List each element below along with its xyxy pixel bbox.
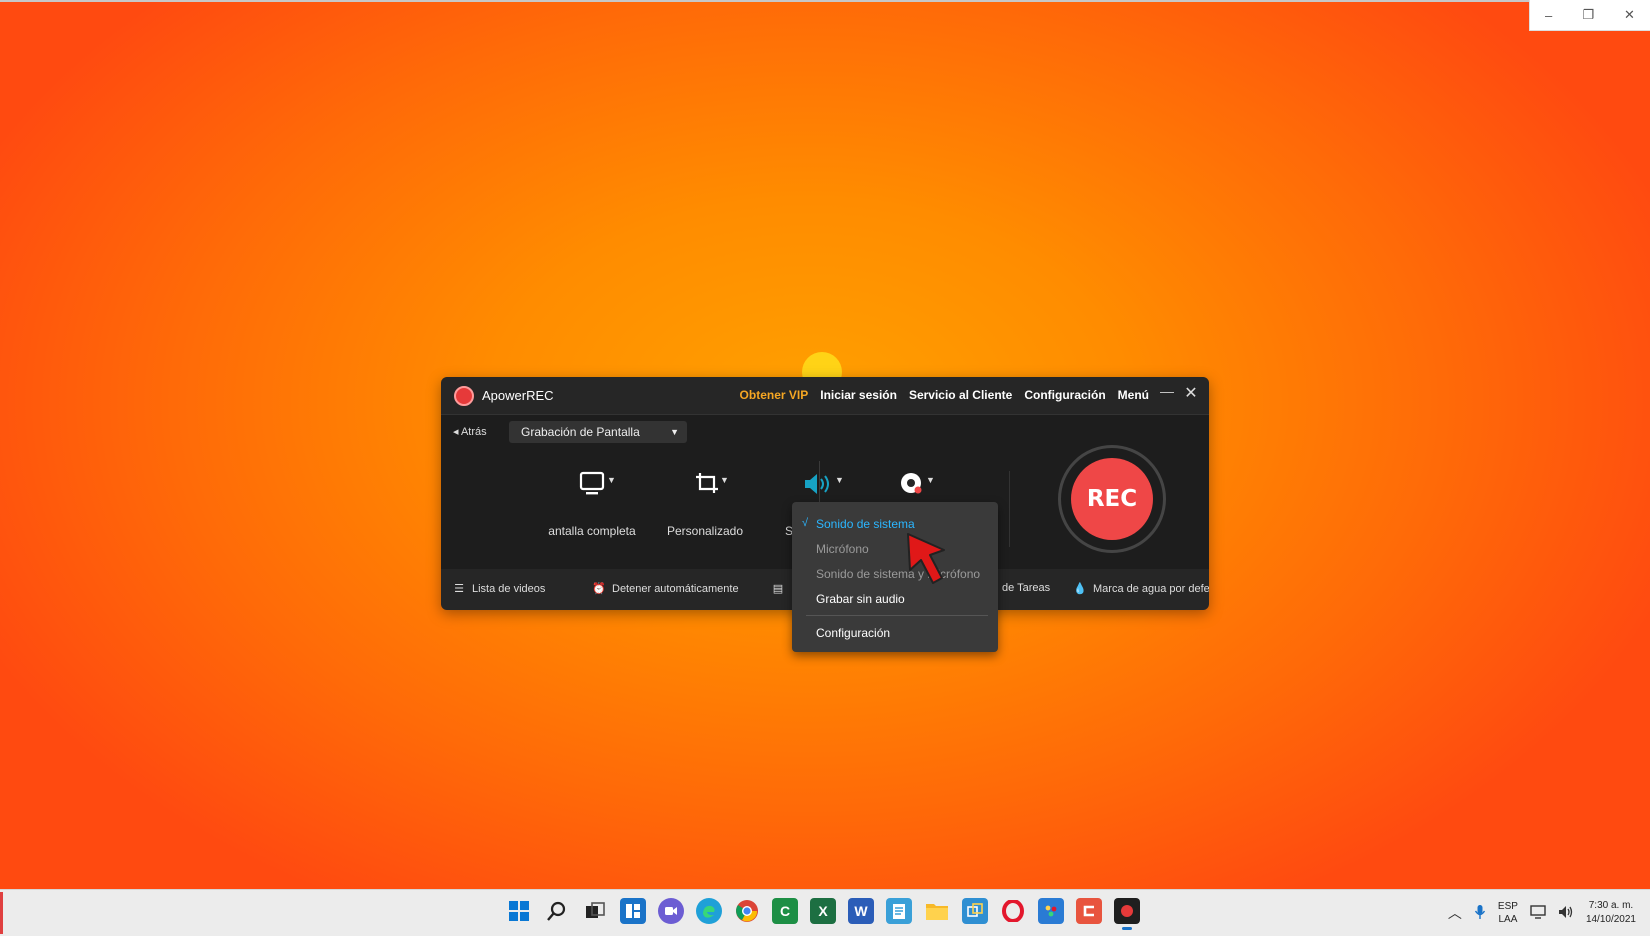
app-titlebar: ApowerREC Obtener VIP Iniciar sesión Ser… bbox=[441, 377, 1209, 414]
taskbar-clock[interactable]: 7:30 a. m. 14/10/2021 bbox=[1586, 899, 1636, 927]
widgets-icon[interactable] bbox=[620, 898, 646, 924]
watermark-button[interactable]: 💧 Marca de agua por defecto bbox=[1073, 582, 1209, 595]
word-icon[interactable]: W bbox=[848, 898, 874, 924]
outer-minimize-button[interactable]: – bbox=[1545, 8, 1552, 23]
chevron-up-icon[interactable]: ︿ bbox=[1448, 903, 1462, 923]
custom-region-tool[interactable]: ▼ Personalizado bbox=[662, 451, 748, 538]
webcam-caret-icon: ▼ bbox=[926, 475, 935, 485]
recording-mode-select[interactable]: Grabación de Pantalla ▼ bbox=[509, 421, 687, 443]
language-code: ESP bbox=[1497, 901, 1518, 912]
background-window-top-strip bbox=[0, 0, 1530, 2]
chat-icon[interactable] bbox=[658, 898, 684, 924]
system-tray: ︿ ESP LAA 7:30 a. m. 14/10/2021 bbox=[1448, 896, 1636, 930]
clock-time: 7:30 a. m. bbox=[1588, 900, 1634, 911]
printer-icon: ▤ bbox=[772, 583, 784, 595]
menu-item-system-sound[interactable]: Sonido de sistema bbox=[816, 517, 915, 531]
monitor-icon bbox=[579, 471, 605, 495]
menu-link[interactable]: Menú bbox=[1118, 388, 1149, 402]
custom-label: Personalizado bbox=[666, 524, 744, 538]
settings-link[interactable]: Configuración bbox=[1024, 388, 1105, 402]
explorer-icon[interactable] bbox=[924, 898, 950, 924]
windows-taskbar: C X W ︿ ESP LAA 7:30 a. m. 14/10/2021 bbox=[0, 889, 1650, 936]
menu-item-settings[interactable]: Configuración bbox=[816, 626, 890, 640]
menu-item-microphone[interactable]: Micrófono bbox=[816, 542, 869, 556]
task-scheduler-label-button[interactable]: de Tareas bbox=[1002, 582, 1050, 594]
menu-item-no-audio[interactable]: Grabar sin audio bbox=[816, 592, 905, 606]
red-pointer-arrow-icon bbox=[907, 533, 945, 584]
outer-close-button[interactable]: ✕ bbox=[1624, 7, 1635, 23]
rec-button-ring: REC bbox=[1058, 445, 1166, 553]
app-close-button[interactable]: ✕ bbox=[1181, 383, 1201, 405]
volume-icon[interactable] bbox=[1558, 905, 1574, 922]
task-view-icon[interactable] bbox=[582, 898, 608, 924]
camtasia-icon[interactable]: C bbox=[772, 898, 798, 924]
get-vip-link[interactable]: Obtener VIP bbox=[740, 388, 809, 402]
task-scheduler-button[interactable]: ▤ bbox=[771, 582, 791, 595]
keyboard-language[interactable]: ESP LAA bbox=[1498, 900, 1518, 926]
custom-caret-icon: ▼ bbox=[720, 475, 729, 485]
fullscreen-label: antalla completa bbox=[548, 524, 636, 538]
video-list-label: Lista de videos bbox=[472, 583, 546, 595]
fullscreen-caret-icon: ▼ bbox=[607, 475, 616, 485]
paint-icon[interactable] bbox=[1038, 898, 1064, 924]
auto-stop-label: Detener automáticamente bbox=[612, 583, 739, 595]
app-minimize-button[interactable]: — bbox=[1159, 383, 1175, 405]
chrome-icon[interactable] bbox=[734, 898, 760, 924]
audio-caret-icon: ▼ bbox=[835, 475, 844, 485]
droplet-icon: 💧 bbox=[1073, 583, 1087, 595]
search-icon[interactable] bbox=[544, 898, 570, 924]
rec-divider bbox=[1009, 471, 1010, 547]
speaker-icon bbox=[805, 474, 829, 494]
app-icon[interactable] bbox=[962, 898, 988, 924]
auto-stop-button[interactable]: ⏰ Detener automáticamente bbox=[592, 582, 739, 595]
webcam-icon bbox=[901, 473, 922, 494]
clock-date: 14/10/2021 bbox=[1585, 914, 1636, 925]
fullscreen-tool[interactable]: ▼ antalla completa bbox=[548, 451, 636, 538]
audio-source-menu: √ Sonido de sistema Micrófono Sonido de … bbox=[792, 502, 998, 652]
apowerrec-icon[interactable] bbox=[1114, 898, 1140, 930]
recording-mode-value: Grabación de Pantalla bbox=[521, 425, 640, 439]
task-scheduler-label: de Tareas bbox=[1002, 582, 1051, 594]
snagit-icon[interactable] bbox=[1076, 898, 1102, 924]
apowerrec-logo-icon bbox=[454, 386, 474, 406]
list-icon: ☰ bbox=[454, 583, 464, 595]
chevron-down-icon: ▼ bbox=[670, 427, 679, 437]
taskbar-pinned-apps: C X W bbox=[506, 898, 1140, 930]
checkmark-icon: √ bbox=[802, 517, 809, 529]
watermark-label: Marca de agua por defecto bbox=[1093, 583, 1209, 595]
edge-icon[interactable] bbox=[696, 898, 722, 924]
title-links: Obtener VIP Iniciar sesión Servicio al C… bbox=[740, 388, 1149, 402]
login-link[interactable]: Iniciar sesión bbox=[820, 388, 897, 402]
network-icon[interactable] bbox=[1530, 904, 1546, 922]
video-list-button[interactable]: ☰ Lista de videos bbox=[452, 582, 545, 595]
crop-icon bbox=[696, 473, 718, 493]
menu-separator bbox=[806, 615, 988, 616]
outer-window-controls: – ❐ ✕ bbox=[1529, 0, 1650, 31]
outer-restore-button[interactable]: ❐ bbox=[1582, 7, 1594, 23]
support-link[interactable]: Servicio al Cliente bbox=[909, 388, 1012, 402]
start-icon[interactable] bbox=[506, 898, 532, 924]
back-button[interactable]: ◂ Atrás bbox=[453, 425, 487, 438]
notepad-icon[interactable] bbox=[886, 898, 912, 924]
layout-code: LAA bbox=[1498, 914, 1518, 925]
app-title: ApowerREC bbox=[482, 388, 554, 403]
alarm-clock-icon: ⏰ bbox=[592, 583, 606, 595]
taskbar-edge bbox=[0, 892, 3, 934]
excel-icon[interactable]: X bbox=[810, 898, 836, 924]
microphone-icon[interactable] bbox=[1474, 904, 1486, 923]
rec-button[interactable]: REC bbox=[1071, 458, 1153, 540]
menu-item-system-and-mic[interactable]: Sonido de sistema y micrófono bbox=[816, 567, 980, 581]
opera-icon[interactable] bbox=[1000, 898, 1026, 924]
